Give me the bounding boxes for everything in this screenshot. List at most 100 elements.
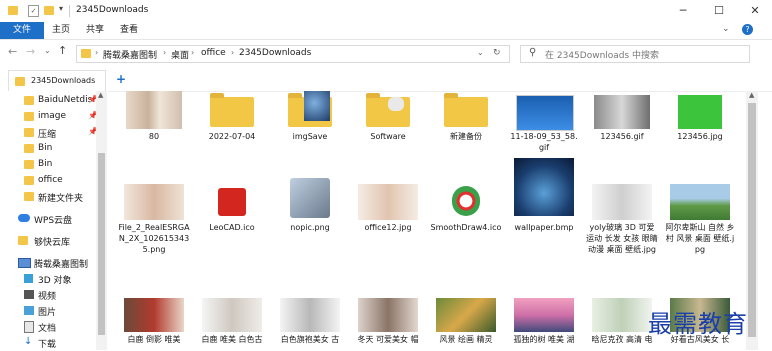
image-thumbnail	[516, 95, 574, 131]
address-bar[interactable]: › 腾载桑嘉图制 › 桌面 › office › 2345Downloads ⌄…	[76, 45, 510, 63]
up-icon[interactable]: ↑	[58, 44, 67, 57]
folder-icon	[24, 112, 34, 121]
sidebar-item-pictures[interactable]: 图片	[0, 303, 96, 319]
checkbox-icon[interactable]: ✓	[28, 5, 39, 17]
sidebar-scrollbar[interactable]: ▲	[96, 91, 107, 350]
picture-icon	[24, 306, 34, 315]
separator	[69, 5, 70, 17]
folder-icon[interactable]	[44, 6, 54, 15]
breadcrumb-computer[interactable]: 腾载桑嘉图制	[103, 48, 157, 61]
sidebar-item-documents[interactable]: 文档	[0, 319, 96, 335]
sidebar-item-bin-2[interactable]: Bin	[0, 157, 96, 173]
chevron-right-icon[interactable]: ›	[163, 48, 166, 57]
installer-icon	[290, 178, 330, 218]
video-icon	[24, 290, 34, 299]
tab-share[interactable]: 共享	[80, 22, 110, 39]
chevron-down-icon[interactable]: ⌄	[722, 24, 730, 34]
folder-icon	[15, 77, 25, 86]
image-thumbnail	[514, 158, 574, 216]
new-tab-button[interactable]: +	[116, 72, 126, 86]
folder-icon	[366, 93, 380, 98]
image-thumbnail	[592, 184, 652, 220]
sidebar-item-office[interactable]: office	[0, 173, 96, 189]
image-thumbnail	[126, 91, 182, 129]
sidebar-item-wps-cloud[interactable]: WPS云盘	[0, 211, 96, 227]
image-thumbnail	[670, 184, 730, 220]
navigation-pane: BaiduNetdis 📌 image 📌 压缩 📌 Bin Bin offic…	[0, 91, 108, 350]
scroll-up-icon[interactable]: ▲	[749, 91, 754, 99]
refresh-icon[interactable]: ↻	[493, 48, 501, 58]
folder-icon	[24, 160, 34, 169]
folder-tab-label: 2345Downloads	[31, 76, 96, 85]
breadcrumb-office[interactable]: office	[201, 48, 226, 58]
scrollbar-thumb[interactable]	[748, 103, 756, 337]
window-title: 2345Downloads	[76, 5, 149, 15]
image-thumbnail	[280, 298, 340, 332]
navigation-bar: ← → ⌄ ↑ › 腾载桑嘉图制 › 桌面 › office › 2345Dow…	[0, 40, 772, 66]
tab-view[interactable]: 查看	[114, 22, 144, 39]
breadcrumb-2345downloads[interactable]: 2345Downloads	[239, 48, 311, 58]
chevron-right-icon[interactable]: ›	[191, 48, 194, 57]
image-thumbnail	[124, 298, 184, 332]
chevron-right-icon[interactable]: ›	[95, 48, 98, 57]
image-thumbnail	[678, 95, 722, 129]
tab-home[interactable]: 主页	[46, 22, 76, 39]
minimize-icon[interactable]: ─	[666, 0, 700, 22]
sidebar-item-image[interactable]: image 📌	[0, 109, 98, 125]
folder-icon	[210, 93, 224, 98]
folder-icon	[81, 49, 91, 58]
sidebar-item-bin[interactable]: Bin	[0, 141, 96, 157]
wechat-icon	[388, 97, 404, 111]
sidebar-item-videos[interactable]: 视频	[0, 287, 96, 303]
leocad-icon	[218, 188, 246, 216]
sidebar-item-downloads[interactable]: ↓ 下载	[0, 335, 96, 351]
breadcrumb-desktop[interactable]: 桌面	[171, 48, 189, 61]
folder-icon	[288, 93, 302, 98]
scrollbar-thumb[interactable]	[98, 153, 105, 335]
maximize-icon[interactable]: ☐	[702, 0, 736, 22]
folder-icon	[444, 93, 488, 127]
folder-tab[interactable]: 2345Downloads	[8, 70, 106, 91]
close-icon[interactable]: ✕	[738, 0, 772, 22]
ribbon-tabs: 文件 主页 共享 查看 ⌄ ?	[0, 22, 772, 40]
folder-icon	[18, 236, 28, 245]
image-thumbnail	[304, 91, 330, 121]
sidebar-item-new-folder[interactable]: 新建文件夹	[0, 189, 96, 205]
smoothdraw-icon	[452, 186, 480, 216]
sidebar-item-compress[interactable]: 压缩 📌	[0, 125, 98, 141]
scroll-up-icon[interactable]: ▲	[98, 91, 103, 99]
cloud-icon	[18, 214, 30, 222]
download-icon: ↓	[24, 336, 33, 347]
document-icon	[24, 321, 34, 333]
image-thumbnail	[124, 184, 184, 220]
folder-icon	[8, 6, 18, 15]
folder-tab-strip: 2345Downloads +	[0, 67, 772, 92]
folder-icon	[24, 192, 34, 201]
chevron-right-icon[interactable]: ›	[231, 48, 234, 57]
search-box[interactable]: ⚲ 在 2345Downloads 中搜索	[520, 45, 750, 63]
image-thumbnail	[202, 298, 262, 332]
cube-icon	[24, 274, 33, 283]
chevron-down-icon[interactable]: ⌄	[477, 48, 484, 57]
sidebar-item-this-pc[interactable]: 腾载桑嘉图制	[0, 255, 96, 271]
image-thumbnail	[358, 298, 418, 332]
back-icon[interactable]: ←	[8, 45, 17, 58]
title-bar: ✓ ▾ 2345Downloads ─ ☐ ✕	[0, 0, 772, 22]
recent-dropdown-icon[interactable]: ⌄	[44, 46, 51, 55]
forward-icon[interactable]: →	[26, 45, 35, 58]
computer-icon	[18, 258, 31, 268]
folder-icon	[210, 93, 254, 127]
sidebar-item-3d-objects[interactable]: 3D 对象	[0, 271, 96, 287]
image-thumbnail	[436, 298, 496, 332]
folder-icon	[24, 96, 34, 105]
image-thumbnail	[594, 95, 650, 129]
help-icon[interactable]: ?	[742, 24, 753, 35]
image-thumbnail	[514, 298, 574, 332]
sidebar-item-gokuai[interactable]: 够快云库	[0, 233, 96, 249]
quick-access-dropdown-icon[interactable]: ▾	[59, 4, 63, 13]
folder-icon	[24, 144, 34, 153]
sidebar-item-baidunetdisk[interactable]: BaiduNetdis 📌	[0, 93, 98, 109]
folder-icon	[24, 176, 34, 185]
tab-file[interactable]: 文件	[0, 22, 44, 39]
search-input[interactable]: 在 2345Downloads 中搜索	[545, 48, 659, 61]
